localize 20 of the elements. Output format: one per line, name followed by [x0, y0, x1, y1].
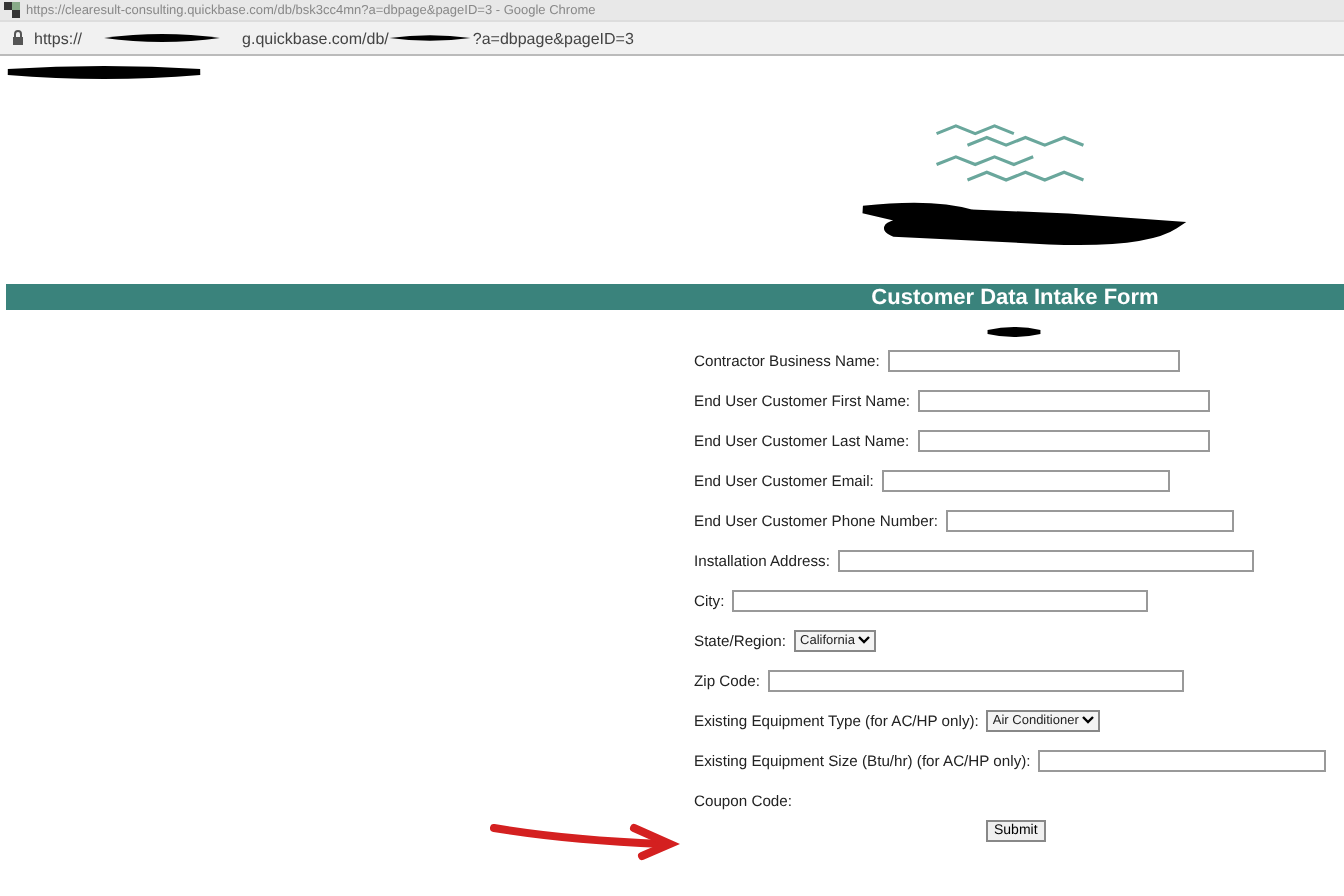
input-field[interactable] [945, 509, 1234, 531]
url-text: https:// [34, 29, 83, 47]
input-field[interactable] [887, 349, 1180, 371]
lock-icon [12, 30, 24, 46]
input-field[interactable] [1038, 749, 1327, 771]
input-field[interactable] [767, 669, 1184, 691]
url-text: g.quickbase.com/db/ [242, 29, 389, 47]
form-title: Customer Data Intake Form [871, 285, 1159, 309]
chevron-icon [858, 636, 871, 644]
url-text: ?a=dbpage&pageID=3 [472, 29, 634, 47]
address-bar[interactable]: https:// g.quickbase.com/db/ ?a=dbpage&pageID=3 [0, 22, 1344, 56]
input-field[interactable] [918, 389, 1211, 411]
input-field[interactable] [881, 469, 1170, 491]
logo-icon [930, 122, 1090, 188]
redaction-mark [984, 326, 1044, 338]
app-icon [4, 2, 20, 18]
input-field[interactable] [837, 549, 1254, 571]
chevron-icon [1082, 716, 1095, 724]
input-field[interactable] [732, 589, 1149, 611]
input-field[interactable] [917, 429, 1210, 451]
